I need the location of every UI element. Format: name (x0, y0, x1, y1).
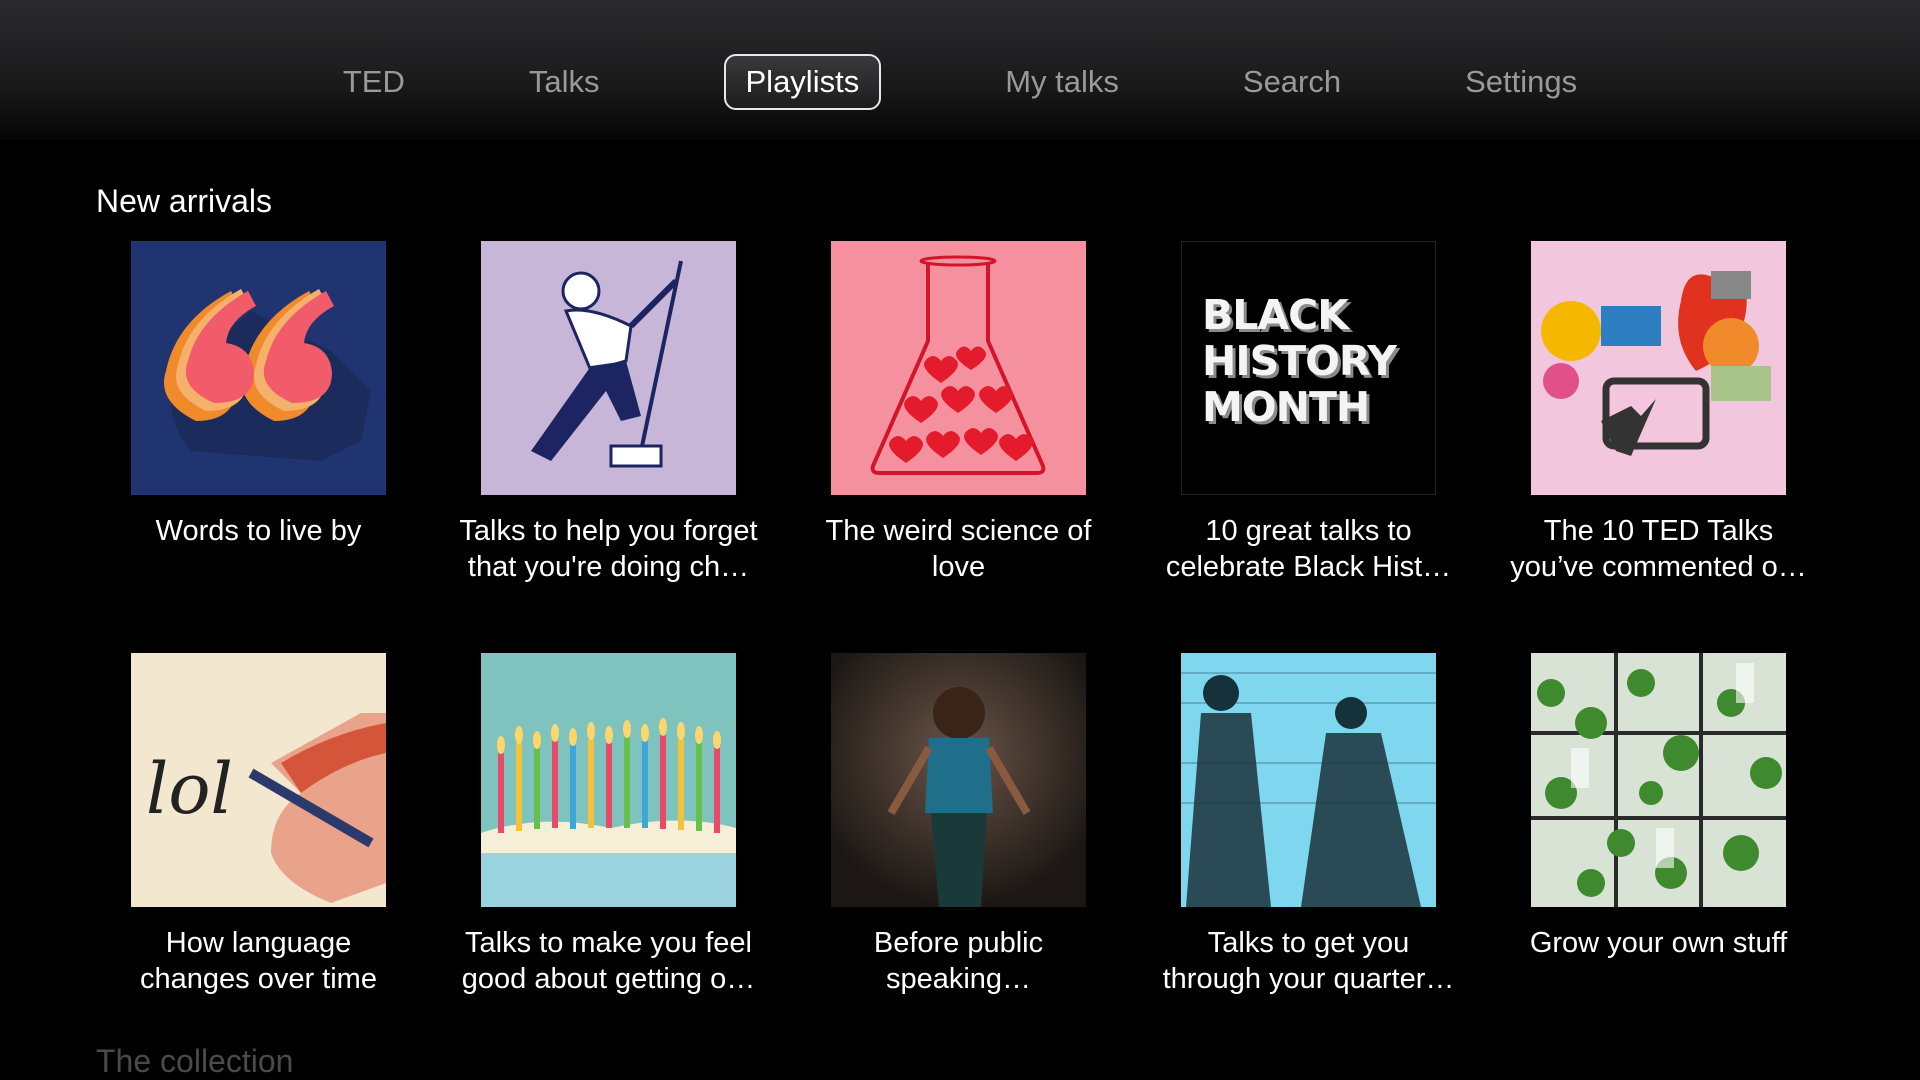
mopping-man-illustration (481, 241, 736, 495)
playlist-title: How language changes over time (104, 925, 414, 997)
playlist-title-line1: 10 great talks to (1205, 515, 1412, 547)
tab-search[interactable]: Search (1223, 56, 1361, 108)
playlist-title: The weird science of love (804, 513, 1114, 585)
playlist-title-line1: Words to live by (155, 515, 362, 547)
playlist-title: Talks to get you through your quarter… (1154, 925, 1464, 997)
playlist-card[interactable]: BLACK HISTORY MONTH 10 great talks to ce… (1166, 241, 1451, 585)
window-garden-photo (1531, 653, 1786, 907)
playlist-title-line2: that you're doing ch… (467, 551, 750, 583)
svg-text:lol: lol (146, 748, 233, 830)
black-history-month-art: BLACK HISTORY MONTH (1181, 241, 1436, 495)
tab-playlists[interactable]: Playlists (723, 54, 882, 110)
playlist-title: Before public speaking… (804, 925, 1114, 997)
playlist-card[interactable]: Talks to get you through your quarter… (1163, 653, 1454, 997)
playlist-title-line2: good about getting o… (461, 963, 756, 995)
playlist-title-line2: love (931, 551, 986, 583)
playlist-title-line1: Talks to make you feel (465, 927, 752, 959)
playlist-row-1: Words to live by Talks to help you forge… (131, 241, 1807, 585)
flask-hearts-icon (831, 241, 1086, 495)
playlist-card[interactable]: Grow your own stuff (1530, 653, 1787, 997)
playlist-title: Talks to help you forget that you're doi… (454, 513, 764, 585)
playlist-card[interactable]: Talks to help you forget that you're doi… (459, 241, 758, 585)
playlist-title-line2: celebrate Black Hist… (1165, 551, 1452, 583)
playlist-card[interactable]: Before public speaking… (831, 653, 1086, 997)
playlist-title-line1: Talks to help you forget (459, 515, 758, 547)
tab-my-talks[interactable]: My talks (985, 56, 1139, 108)
playlist-card[interactable]: The 10 TED Talks you’ve commented o… (1510, 241, 1807, 585)
playlist-title-line2: speaking… (885, 963, 1032, 995)
playlist-title-line1: Before public (873, 927, 1044, 959)
speech-bubbles-tablet-icon (1531, 241, 1786, 495)
playlist-title-line2: you’ve commented o… (1510, 551, 1807, 583)
black-history-month-text: BLACK HISTORY MONTH (1202, 291, 1397, 431)
playlist-title: 10 great talks to celebrate Black Hist… (1154, 513, 1464, 585)
tab-settings[interactable]: Settings (1445, 56, 1597, 108)
playlist-title-line1: Talks to get you (1207, 927, 1410, 959)
playlist-title-line1: Grow your own stuff (1529, 927, 1788, 959)
playlist-title-line2: through your quarter… (1162, 963, 1455, 995)
playlist-card[interactable]: Talks to make you feel good about gettin… (462, 653, 755, 997)
birthday-candles-photo (481, 653, 736, 907)
victorian-women-engraving (1181, 653, 1436, 907)
playlist-title-line2: changes over time (140, 963, 377, 995)
quote-marks-icon (131, 241, 386, 495)
playlist-title-line1: The weird science of (825, 515, 1092, 547)
playlist-title-line1: The 10 TED Talks (1543, 515, 1774, 547)
playlist-row-2: lol How language changes over time Talks… (131, 653, 1791, 997)
playlist-title: The 10 TED Talks you’ve commented o… (1504, 513, 1814, 585)
section-title-the-collection: The collection (96, 1043, 294, 1079)
tab-ted[interactable]: TED (323, 56, 425, 108)
playlist-card[interactable]: The weird science of love (826, 241, 1091, 585)
playlist-title-line1: How language (165, 927, 352, 959)
playlist-card[interactable]: Words to live by (131, 241, 386, 585)
playlist-card[interactable]: lol How language changes over time (131, 653, 386, 997)
tab-talks[interactable]: Talks (509, 56, 620, 108)
lol-pen-illustration: lol (131, 653, 386, 907)
playlist-title: Words to live by (104, 513, 414, 585)
section-title-new-arrivals: New arrivals (96, 183, 273, 219)
speaker-on-stage-photo (831, 653, 1086, 907)
playlist-title: Grow your own stuff (1504, 925, 1814, 997)
playlist-title: Talks to make you feel good about gettin… (454, 925, 764, 997)
tab-bar: TED Talks Playlists My talks Search Sett… (0, 54, 1920, 110)
